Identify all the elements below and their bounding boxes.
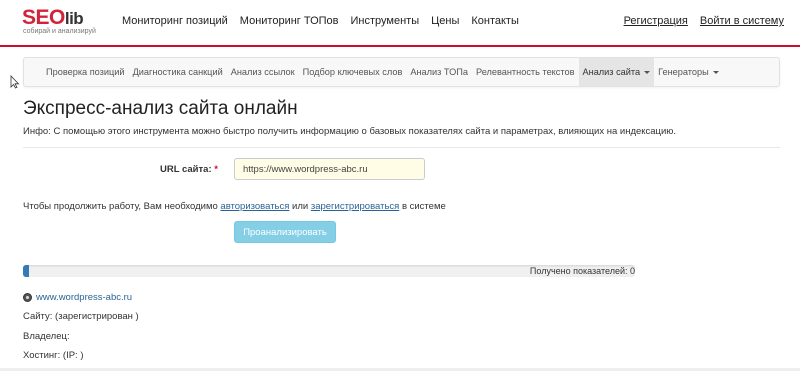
notice-register-link[interactable]: зарегистрироваться <box>311 201 399 212</box>
result-site: www.wordpress-abc.ru <box>23 292 132 303</box>
nav-position-monitoring[interactable]: Мониторинг позиций <box>122 15 228 27</box>
subnav-text-relevance[interactable]: Релевантность текстов <box>472 58 579 86</box>
subnav-generators-label: Генераторы <box>658 67 709 77</box>
subnav-top-analysis[interactable]: Анализ ТОПа <box>406 58 472 86</box>
auth-notice: Чтобы продолжить работу, Вам необходимо … <box>23 201 446 212</box>
nav-tools[interactable]: Инструменты <box>351 15 420 27</box>
nav-prices[interactable]: Цены <box>431 15 459 27</box>
subnav-link-analysis[interactable]: Анализ ссылок <box>227 58 299 86</box>
subnav-sanctions-diagnostics[interactable]: Диагностика санкций <box>129 58 227 86</box>
result-owner: Владелец: <box>23 331 70 342</box>
header-divider <box>0 45 800 47</box>
url-field-label: URL сайта: * <box>160 164 218 175</box>
auth-links: Регистрация Войти в систему <box>612 15 784 27</box>
subnav-position-check[interactable]: Проверка позиций <box>42 58 129 86</box>
caret-down-icon <box>644 70 651 74</box>
main-nav: Мониторинг позиций Мониторинг ТОПов Инст… <box>122 15 531 27</box>
subnav-site-analysis-dropdown[interactable]: Анализ сайта <box>578 58 655 86</box>
result-site-link[interactable]: www.wordpress-abc.ru <box>36 292 132 303</box>
site-header: SEOlib собирай и анализируй Мониторинг п… <box>0 0 800 45</box>
nav-contacts[interactable]: Контакты <box>471 15 519 27</box>
login-link[interactable]: Войти в систему <box>700 15 784 27</box>
subnav-generators-dropdown[interactable]: Генераторы <box>654 58 723 86</box>
caret-down-icon <box>712 70 719 74</box>
subnav-keyword-selection[interactable]: Подбор ключевых слов <box>299 58 407 86</box>
nav-top-monitoring[interactable]: Мониторинг ТОПов <box>240 15 339 27</box>
site-favicon-icon <box>23 293 32 302</box>
logo-text: SEOlib <box>22 6 84 29</box>
notice-login-link[interactable]: авторизоваться <box>220 201 289 212</box>
section-divider <box>23 147 780 148</box>
progress-label: Получено показателей: 0 <box>529 266 635 276</box>
tool-info: Инфо: С помощью этого инструмента можно … <box>23 126 677 137</box>
required-marker: * <box>214 164 218 175</box>
result-registered: Сайту: (зарегистрирован ) <box>23 311 139 322</box>
progress-fill <box>23 265 30 277</box>
seolib-logo[interactable]: SEOlib собирай и анализируй <box>22 7 102 37</box>
subnav-site-analysis-label: Анализ сайта <box>582 67 641 77</box>
tools-subnav: Проверка позиций Диагностика санкций Ана… <box>23 57 780 87</box>
analyze-button[interactable]: Проанализировать <box>234 221 336 243</box>
register-link[interactable]: Регистрация <box>624 15 688 27</box>
result-hosting: Хостинг: (IP: ) <box>23 350 84 361</box>
page-title: Экспресс-анализ сайта онлайн <box>23 98 298 119</box>
logo-tagline: собирай и анализируй <box>23 28 96 35</box>
mouse-pointer-icon <box>10 75 20 89</box>
url-input[interactable] <box>234 158 425 180</box>
